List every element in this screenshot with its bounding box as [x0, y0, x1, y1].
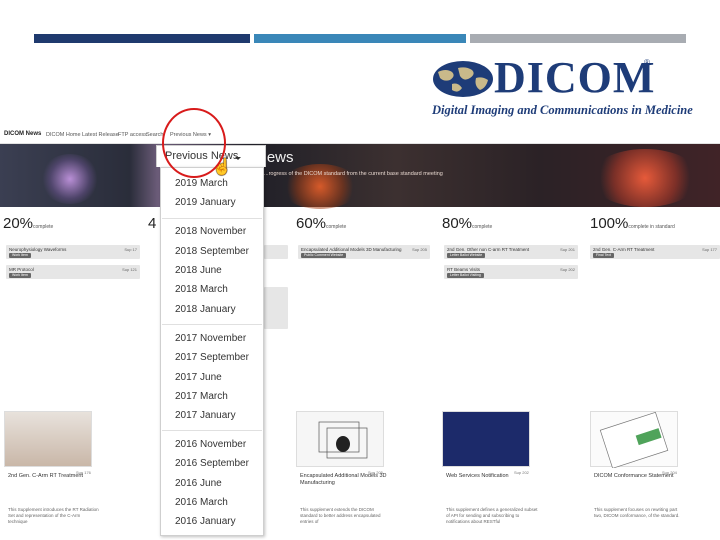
progress-60: 60%complete [296, 215, 347, 232]
header-bar-dark-blue [34, 34, 250, 43]
dropdown-item-2018-september[interactable]: 2018 September [175, 246, 249, 257]
card-date: Sup 176 [76, 470, 91, 475]
logo-registered-mark: ® [644, 58, 650, 67]
work-item-cell[interactable]: 2nd Gen. Other non C-arm RT Treatment Sup… [444, 245, 578, 259]
card-date: Sup 204 [662, 470, 677, 475]
card-image-3d-model [296, 411, 384, 467]
progress-80: 80%complete [442, 215, 493, 232]
hero-banner: News ...rogress of the DICOM standard fr… [0, 144, 720, 209]
header-bars [34, 34, 686, 43]
card-title[interactable]: Encapsulated Additional Models 3D Manufa… [300, 473, 390, 487]
hero-brain-image [40, 154, 100, 204]
dropdown-item-2018-january[interactable]: 2018 January [175, 304, 236, 315]
logo-tagline: Digital Imaging and Communications in Me… [432, 103, 693, 117]
card-image-patient [4, 411, 92, 467]
dropdown-item-2017-march[interactable]: 2017 March [175, 391, 228, 402]
dropdown-item-2016-september[interactable]: 2016 September [175, 458, 249, 469]
website-screenshot: DICOM News DICOM Home Latest Release FTP… [0, 127, 720, 540]
dropdown-item-2016-january[interactable]: 2016 January [175, 516, 236, 527]
nav-item-latest-release[interactable]: Latest Release [82, 132, 119, 138]
site-navbar: DICOM News DICOM Home Latest Release FTP… [0, 127, 720, 144]
work-item-cell-partial [264, 245, 288, 259]
annotation-circle [162, 108, 226, 178]
card-image-form [590, 411, 678, 469]
nav-item-search[interactable]: Search [146, 132, 163, 138]
progress-20: 20%complete [3, 215, 54, 232]
dropdown-item-2019-january[interactable]: 2019 January [175, 197, 236, 208]
dropdown-item-2017-january[interactable]: 2017 January [175, 410, 236, 421]
dropdown-item-2018-november[interactable]: 2018 November [175, 226, 246, 237]
nav-brand[interactable]: DICOM News [4, 131, 41, 137]
dropdown-item-2016-june[interactable]: 2016 June [175, 478, 222, 489]
card-text: This Supplement introduces the RT Radiat… [8, 507, 99, 524]
dropdown-item-2017-june[interactable]: 2017 June [175, 372, 222, 383]
card-text: This supplement defines a generalized su… [446, 507, 538, 524]
dropdown-item-2016-march[interactable]: 2016 March [175, 497, 228, 508]
dropdown-item-2017-september[interactable]: 2017 September [175, 352, 249, 363]
work-item-cell[interactable]: MR Protocol Sup 121 Work Item [6, 265, 140, 279]
card-text: This supplement extends the DICOM standa… [300, 507, 381, 524]
dropdown-item-2019-march[interactable]: 2019 March [175, 178, 228, 189]
work-item-cell-partial [264, 287, 288, 329]
dropdown-divider [162, 430, 262, 431]
dropdown-item-2016-november[interactable]: 2016 November [175, 439, 246, 450]
dicom-logo: DICOM ® Digital Imaging and Communicatio… [432, 53, 693, 122]
previous-news-dropdown-menu: 2019 March 2019 January 2018 November 20… [160, 167, 264, 536]
card-date: Sup 205 [368, 470, 383, 475]
logo-wordmark: DICOM [494, 53, 656, 102]
work-item-cell[interactable]: 2nd Gen. C-Arm RT Treatment Sup 177 Final… [590, 245, 720, 259]
card-date: Sup 202 [514, 470, 529, 475]
card-image-code [442, 411, 530, 467]
caret-down-icon [235, 157, 241, 160]
dropdown-item-2018-june[interactable]: 2018 June [175, 265, 222, 276]
work-item-cell[interactable]: RT Beams Visits Sup 202 Letter Ballot Vis… [444, 265, 578, 279]
header-bar-gray [470, 34, 686, 43]
hero-subtitle: ...rogress of the DICOM standard from th… [264, 171, 443, 177]
header-bar-light-blue [254, 34, 466, 43]
globe-icon [433, 61, 493, 97]
dropdown-divider [162, 324, 262, 325]
progress-100: 100%complete in standard [590, 215, 675, 232]
card-text: This supplement focuses on rewriting par… [594, 507, 680, 518]
dropdown-item-2018-march[interactable]: 2018 March [175, 284, 228, 295]
nav-item-ftp[interactable]: FTP access [118, 132, 147, 138]
hero-virus-image [590, 149, 700, 207]
dropdown-divider [162, 218, 262, 219]
dropdown-item-2017-november[interactable]: 2017 November [175, 333, 246, 344]
nav-item-home[interactable]: DICOM Home [46, 132, 81, 138]
work-item-cell[interactable]: Encapsulated Additional Models 3D Manufa… [298, 245, 430, 259]
progress-40: 4 [148, 215, 157, 232]
work-item-cell[interactable]: Neurophysiology Waveforms Sup 17 Work Ite… [6, 245, 140, 259]
